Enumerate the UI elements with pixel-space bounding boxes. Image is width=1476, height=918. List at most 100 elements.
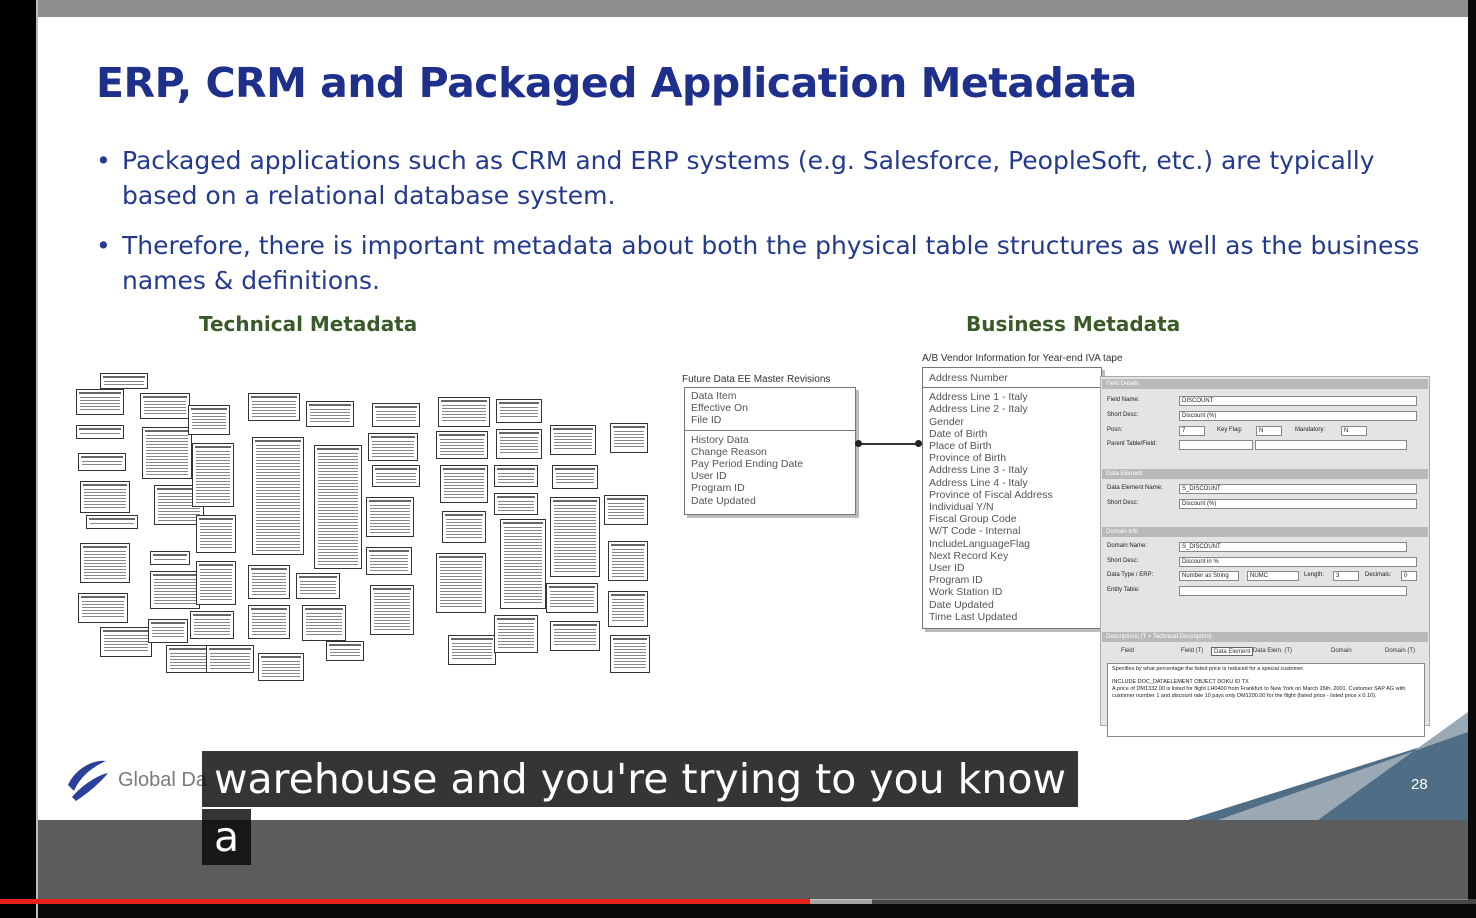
description-line: INCLUDE DOC_DATAELEMENT OBJECT DOKU ID T… (1112, 679, 1249, 685)
er-field: Date Updated (929, 598, 994, 611)
posn-value: 7 (1179, 426, 1205, 436)
form-section-data-element: Data Element (1102, 469, 1428, 479)
domain-name-value: S_DISCOUNT (1179, 542, 1407, 552)
schema-table-thumb (366, 497, 414, 537)
business-metadata-heading: Business Metadata (966, 312, 1181, 336)
er-right-table: Address Number Address Line 1 - Italy Ad… (922, 367, 1102, 629)
slide-title: ERP, CRM and Packaged Application Metada… (96, 59, 1137, 107)
parent-table-value (1179, 440, 1253, 450)
schema-table-thumb (142, 427, 192, 479)
schema-table-thumb (76, 389, 124, 415)
er-divider (923, 387, 1101, 389)
length-value: 3 (1333, 571, 1359, 581)
bullet-text: Therefore, there is important metadata a… (122, 231, 1420, 295)
er-field: User ID (929, 562, 965, 575)
schema-table-thumb (80, 543, 130, 583)
tab-domain[interactable]: Domain (1331, 647, 1352, 656)
bullet-dot-icon: • (96, 231, 111, 260)
progress-played (0, 899, 811, 904)
data-type-label: Data Type / ERP: (1107, 572, 1154, 578)
schema-table-thumb (494, 493, 538, 515)
bullet-item: • Therefore, there is important metadata… (96, 228, 1426, 298)
schema-table-thumb (302, 605, 346, 641)
schema-table-thumb (372, 465, 420, 487)
schema-table-thumb (140, 393, 190, 419)
decimals-value: 0 (1401, 571, 1417, 581)
schema-table-thumb (248, 565, 290, 599)
schema-table-thumb (206, 645, 254, 673)
posn-label: Posn: (1107, 427, 1123, 433)
schema-table-thumb (150, 551, 190, 565)
video-progress-bar[interactable] (0, 899, 1476, 904)
schema-table-thumb (296, 573, 340, 599)
schema-table-thumb (196, 515, 236, 553)
parent-field-value (1255, 440, 1407, 450)
schema-table-thumb (440, 465, 488, 503)
er-field: IncludeLanguageFlag (929, 537, 1031, 550)
er-field: Gender (929, 415, 965, 428)
er-field: Place of Birth (929, 440, 992, 453)
company-logo-text: Global Da (118, 769, 207, 791)
er-field: Date Updated (691, 494, 756, 507)
schema-table-thumb (370, 585, 414, 635)
schema-table-thumb (436, 431, 488, 459)
schema-table-thumb (248, 393, 300, 421)
entity-table-label: Entity Table: (1107, 587, 1140, 593)
schema-table-thumb (248, 605, 290, 639)
er-field: Date of Birth (929, 427, 988, 440)
er-key-field: Data Item (691, 390, 737, 402)
video-bottom-band (38, 820, 1468, 900)
tab-field[interactable]: Field (1121, 647, 1134, 656)
bullet-item: • Packaged applications such as CRM and … (96, 143, 1426, 213)
key-flag-value: N (1256, 426, 1282, 436)
form-section-domain-info: Domain Info (1102, 527, 1428, 537)
mandatory-value: N (1341, 426, 1367, 436)
schema-table-thumb (500, 519, 546, 609)
letterbox-left (0, 0, 36, 918)
schema-table-thumb (448, 635, 496, 665)
schema-table-thumb (496, 429, 542, 459)
domain-short-desc-value: Discount in % (1179, 557, 1417, 567)
er-right-keys: Address Number (923, 368, 1101, 384)
data-element-label: Data Element Name: (1107, 485, 1163, 491)
bullet-dot-icon: • (96, 146, 111, 175)
er-field: Next Record Key (929, 549, 1009, 562)
data-type-value: Number as String (1179, 571, 1239, 581)
key-flag-label: Key Flag: (1217, 427, 1243, 433)
schema-table-thumb (100, 373, 148, 389)
slide-page-number: 28 (1411, 776, 1428, 793)
footer-wedge-graphic (1188, 712, 1468, 820)
er-left-table-caption: Future Data EE Master Revisions (682, 374, 831, 385)
schema-table-thumb (550, 425, 596, 455)
tab-domain-technical[interactable]: Domain (T) (1385, 647, 1415, 656)
domain-short-desc-label: Short Desc: (1107, 558, 1139, 564)
schema-table-thumb (314, 445, 362, 569)
video-player[interactable]: ERP, CRM and Packaged Application Metada… (0, 0, 1476, 918)
schema-table-thumb (604, 495, 648, 525)
tab-data-element-technical[interactable]: Data Elem. (T) (1253, 647, 1292, 656)
schema-table-thumb (550, 497, 600, 577)
er-field: Time Last Updated (929, 610, 1018, 623)
er-field: Individual Y/N (929, 501, 994, 514)
length-label: Length: (1304, 572, 1325, 578)
er-connector-dot (915, 440, 922, 447)
schema-table-thumb (608, 541, 648, 581)
tab-data-element[interactable]: Data Element (1211, 647, 1254, 656)
schema-table-thumb (258, 653, 304, 681)
schema-table-thumb (438, 397, 490, 427)
short-desc-value: Discount (%) (1179, 411, 1417, 421)
tab-field-technical[interactable]: Field (T) (1181, 647, 1203, 656)
er-field: History Data (691, 433, 749, 446)
form-section-field-details: Field Details (1102, 379, 1428, 389)
schema-table-thumb (442, 511, 486, 543)
presentation-slide: ERP, CRM and Packaged Application Metada… (38, 17, 1468, 820)
er-right-table-caption: A/B Vendor Information for Year-end IVA … (922, 353, 1123, 364)
er-field: User ID (691, 470, 727, 483)
er-field: Address Line 1 - Italy (929, 391, 1028, 404)
schema-table-thumb (546, 583, 598, 613)
field-name-value: DISCOUNT (1179, 396, 1417, 406)
schema-table-thumb (306, 401, 354, 427)
data-type-erp-value: NUMC (1247, 571, 1299, 581)
schema-table-thumb (100, 627, 152, 657)
bullet-text: Packaged applications such as CRM and ER… (122, 146, 1375, 210)
